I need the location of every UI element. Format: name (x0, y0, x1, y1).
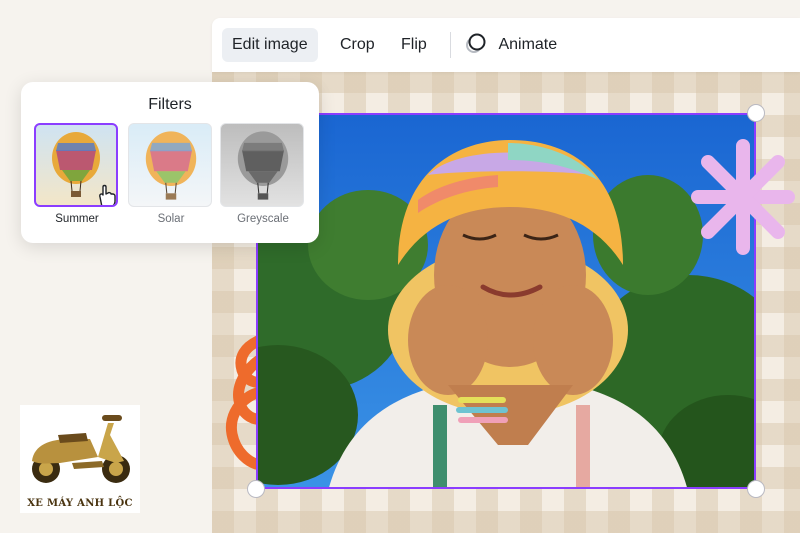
selected-photo[interactable] (256, 113, 756, 489)
pointer-hand-icon (99, 184, 116, 205)
toolbar-divider (450, 32, 451, 58)
animate-label: Animate (498, 36, 558, 53)
filter-thumbnail (220, 123, 304, 207)
animate-button[interactable]: Animate (464, 28, 567, 62)
resize-handle-bottom-left[interactable] (247, 480, 265, 498)
filter-thumbnail (128, 123, 212, 207)
resize-handle-top-right[interactable] (747, 104, 765, 122)
hot-air-balloon-icon (237, 131, 289, 200)
animate-icon (464, 30, 490, 56)
scooter-icon (32, 415, 130, 483)
resize-handle-bottom-right[interactable] (747, 480, 765, 498)
filter-greyscale[interactable]: Greyscale (220, 123, 306, 225)
filters-panel: Filters Summer Solar Greyscale (21, 82, 319, 243)
watermark-logo: XE MÁY ANH LỘC (20, 405, 140, 513)
star-sticker[interactable] (690, 138, 796, 256)
filter-solar[interactable]: Solar (128, 123, 214, 225)
photo-image (258, 115, 754, 487)
image-toolbar: Edit image Crop Flip Animate (212, 18, 800, 72)
filter-label: Solar (157, 213, 185, 225)
filters-title: Filters (148, 96, 192, 113)
hot-air-balloon-icon (145, 131, 197, 200)
filter-summer[interactable]: Summer (34, 123, 120, 225)
crop-button[interactable]: Crop (330, 28, 385, 62)
logo-text: XE MÁY ANH LỘC (27, 498, 133, 509)
filter-thumbnail (34, 123, 118, 207)
edit-image-button[interactable]: Edit image (222, 28, 318, 62)
flip-button[interactable]: Flip (391, 28, 437, 62)
filter-label: Greyscale (237, 213, 289, 225)
filter-label: Summer (55, 213, 99, 225)
